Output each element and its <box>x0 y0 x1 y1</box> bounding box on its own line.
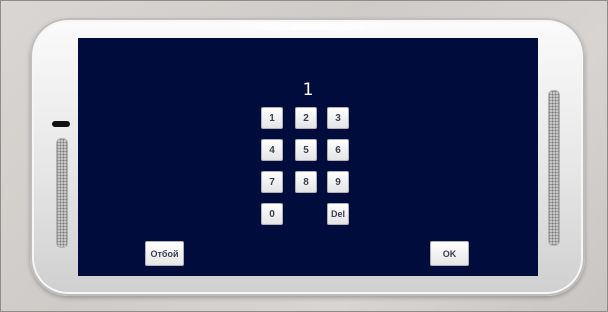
key-9[interactable]: 9 <box>327 171 349 193</box>
key-6[interactable]: 6 <box>327 139 349 161</box>
key-2[interactable]: 2 <box>295 107 317 129</box>
phone-body: 1 1 2 3 4 5 6 7 8 9 0 Del Отбой OK <box>30 18 585 296</box>
key-7[interactable]: 7 <box>261 171 283 193</box>
key-8[interactable]: 8 <box>295 171 317 193</box>
entered-number-display: 1 <box>302 80 314 100</box>
phone-screen: 1 1 2 3 4 5 6 7 8 9 0 Del Отбой OK <box>78 38 538 276</box>
phone-highlight <box>230 22 390 30</box>
front-camera <box>52 121 70 127</box>
ok-button[interactable]: OK <box>430 241 469 266</box>
key-0[interactable]: 0 <box>261 203 283 225</box>
key-del[interactable]: Del <box>327 203 349 225</box>
key-5[interactable]: 5 <box>295 139 317 161</box>
speaker-grille-left <box>56 138 68 248</box>
speaker-grille-right <box>548 90 560 246</box>
hangup-button[interactable]: Отбой <box>145 241 184 266</box>
key-4[interactable]: 4 <box>261 139 283 161</box>
key-1[interactable]: 1 <box>261 107 283 129</box>
key-3[interactable]: 3 <box>327 107 349 129</box>
